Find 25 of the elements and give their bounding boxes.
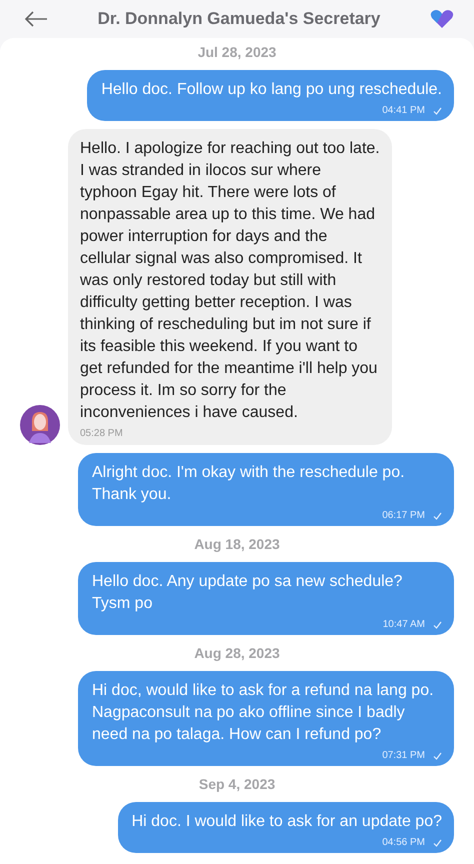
message-text: Hi doc, would like to ask for a refund na lang po. Nagpaconsult na po ako offline since I badly need na po talaga. How can I refund po? [92, 681, 435, 745]
back-button[interactable] [22, 9, 50, 29]
check-icon [433, 838, 442, 846]
date-separator: Aug 28, 2023 [194, 645, 280, 661]
check-icon [433, 106, 442, 114]
message-time: 04:56 PM [382, 837, 425, 848]
message-time: 04:41 PM [382, 105, 425, 116]
message-text: Hello doc. Any update po sa new schedule? Tysm po [92, 572, 404, 614]
date-separator: Sep 4, 2023 [198, 776, 276, 792]
message-time: 06:17 PM [382, 510, 425, 521]
heart-icon[interactable] [428, 7, 456, 31]
avatar-icon [20, 405, 60, 445]
message-text: Alright doc. I'm okay with the reschedule po. Thank you. [92, 463, 406, 505]
message-time: 07:31 PM [382, 750, 425, 761]
date-separator: Aug 18, 2023 [194, 536, 280, 552]
check-icon [433, 512, 442, 520]
message-text: Hello. I apologize for reaching out too late. I was stranded in ilocos sur where typhoon Egay hit. There were lots of nonpassable area up to this time. We had power interruption for days and the cellular signal was also compromised. It was only restored today but still with difficulty getting better reception. I was thinking of rescheduling but im not sure if its feasible this weekend. If you want to get refunded for the meantime i'll help you process it. Im so sorry for the inconveniences i have caused. [80, 139, 380, 423]
message-text: Hello doc. Follow up ko lang po ung reschedule. [101, 80, 442, 100]
check-icon [433, 620, 442, 628]
chat-title: Dr. Donnalyn Gamueda's Secretary [96, 9, 382, 29]
check-icon [433, 752, 442, 760]
message-text: Hi doc. I would like to ask for an update po? [132, 812, 442, 832]
message-time: 10:47 AM [382, 619, 425, 630]
message-time: 05:28 PM [80, 428, 123, 439]
date-separator: Jul 28, 2023 [198, 44, 276, 60]
